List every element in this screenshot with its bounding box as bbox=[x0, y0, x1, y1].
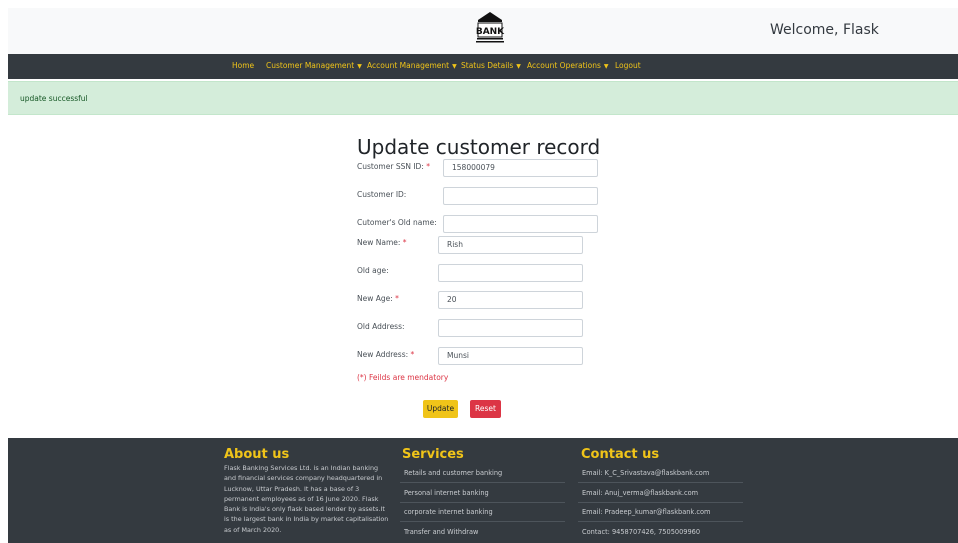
divider bbox=[400, 502, 565, 503]
new-address-label: New Address: * bbox=[357, 350, 415, 359]
old-address-input[interactable] bbox=[438, 319, 583, 337]
new-age-label: New Age: * bbox=[357, 294, 399, 303]
new-name-label: New Name: * bbox=[357, 238, 407, 247]
nav-account-operations[interactable]: Account Operations ▼ bbox=[527, 61, 609, 70]
about-text: Flask Banking Services Ltd. is an Indian… bbox=[224, 464, 389, 534]
services-heading: Services bbox=[402, 447, 464, 462]
nav-account-management[interactable]: Account Management ▼ bbox=[367, 61, 457, 70]
top-header: BANK Welcome, Flask bbox=[8, 8, 958, 54]
logo-text: BANK bbox=[476, 27, 505, 37]
old-name-input[interactable] bbox=[443, 215, 598, 233]
services-link[interactable]: Personal internet banking bbox=[404, 489, 489, 497]
new-name-input[interactable]: Rish bbox=[438, 236, 583, 254]
nav-home[interactable]: Home bbox=[232, 61, 254, 70]
page-title: Update customer record bbox=[357, 135, 601, 160]
divider bbox=[400, 521, 565, 522]
ssn-id-input[interactable]: 158000079 bbox=[443, 159, 598, 177]
chevron-down-icon: ▼ bbox=[603, 63, 609, 70]
chevron-down-icon: ▼ bbox=[516, 63, 521, 70]
about-heading: About us bbox=[224, 447, 290, 462]
contact-item: Contact: 9458707426, 7505009960 bbox=[582, 528, 701, 536]
contact-item: Email: K_C_Srivastava@flaskbank.com bbox=[582, 469, 710, 477]
divider bbox=[578, 502, 743, 503]
divider bbox=[578, 521, 743, 522]
chevron-down-icon: ▼ bbox=[357, 63, 362, 70]
old-age-input[interactable] bbox=[438, 264, 583, 282]
reset-button[interactable]: Reset bbox=[470, 400, 501, 418]
main-navbar: Home Customer Management ▼ Account Manage… bbox=[8, 54, 958, 79]
customer-id-label: Customer ID: bbox=[357, 190, 407, 199]
nav-logout[interactable]: Logout bbox=[615, 61, 641, 70]
mandatory-note: (*) Feilds are mendatory bbox=[357, 373, 449, 382]
update-button[interactable]: Update bbox=[423, 400, 458, 418]
nav-customer-management[interactable]: Customer Management ▼ bbox=[266, 61, 362, 70]
old-age-label: Old age: bbox=[357, 266, 389, 275]
contact-heading: Contact us bbox=[581, 447, 660, 462]
chevron-down-icon: ▼ bbox=[452, 63, 457, 70]
old-name-label: Cutomer's Old name: bbox=[357, 218, 437, 227]
old-address-label: Old Address: bbox=[357, 322, 405, 331]
services-link[interactable]: corporate internet banking bbox=[404, 508, 493, 516]
services-link[interactable]: Transfer and Withdraw bbox=[404, 528, 478, 536]
new-address-input[interactable]: Munsi bbox=[438, 347, 583, 365]
new-age-input[interactable]: 20 bbox=[438, 291, 583, 309]
bank-logo: BANK bbox=[476, 12, 505, 43]
success-alert: update successful bbox=[8, 81, 958, 115]
contact-item: Email: Anuj_verma@flaskbank.com bbox=[582, 489, 699, 497]
services-link[interactable]: Retails and customer banking bbox=[404, 469, 502, 477]
contact-item: Email: Pradeep_kumar@flaskbank.com bbox=[582, 508, 711, 516]
alert-message: update successful bbox=[20, 94, 88, 103]
customer-id-input[interactable] bbox=[443, 187, 598, 205]
divider bbox=[578, 482, 743, 483]
divider bbox=[400, 482, 565, 483]
nav-status-details[interactable]: Status Details ▼ bbox=[461, 61, 521, 70]
welcome-text: Welcome, Flask bbox=[770, 22, 879, 38]
ssn-id-label: Customer SSN ID: * bbox=[357, 162, 430, 171]
